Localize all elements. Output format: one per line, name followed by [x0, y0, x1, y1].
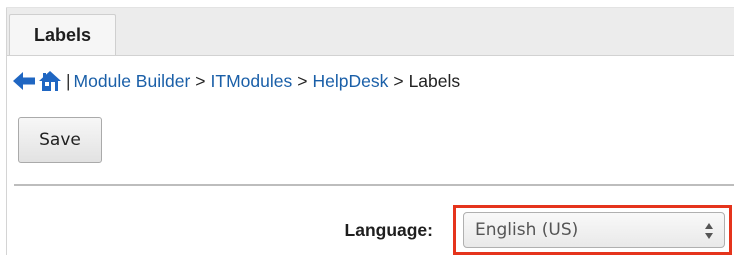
breadcrumb-link-helpdesk[interactable]: HelpDesk — [312, 71, 388, 92]
breadcrumb-link-module-builder[interactable]: Module Builder — [74, 71, 191, 92]
save-button-label: Save — [39, 130, 81, 150]
language-label: Language: — [344, 220, 433, 240]
tab-labels[interactable]: Labels — [9, 14, 116, 55]
language-select-value: English (US) — [475, 220, 579, 240]
breadcrumb-arrow: > — [195, 70, 206, 91]
breadcrumb-current: Labels — [408, 70, 461, 91]
home-icon[interactable] — [38, 70, 62, 92]
breadcrumb-separator: | — [66, 70, 71, 91]
breadcrumb-arrow: > — [393, 70, 404, 91]
language-select[interactable]: English (US) — [463, 212, 725, 248]
breadcrumb-arrow: > — [297, 70, 308, 91]
back-arrow-icon[interactable] — [12, 70, 36, 92]
divider — [14, 184, 734, 186]
breadcrumb-link-itmodules[interactable]: ITModules — [211, 71, 293, 92]
save-button[interactable]: Save — [18, 117, 102, 163]
tab-strip — [7, 8, 734, 56]
breadcrumb: | Module Builder > ITModules > HelpDesk … — [12, 68, 460, 94]
tab-labels-text: Labels — [33, 24, 92, 45]
updown-arrows-icon — [704, 221, 714, 241]
